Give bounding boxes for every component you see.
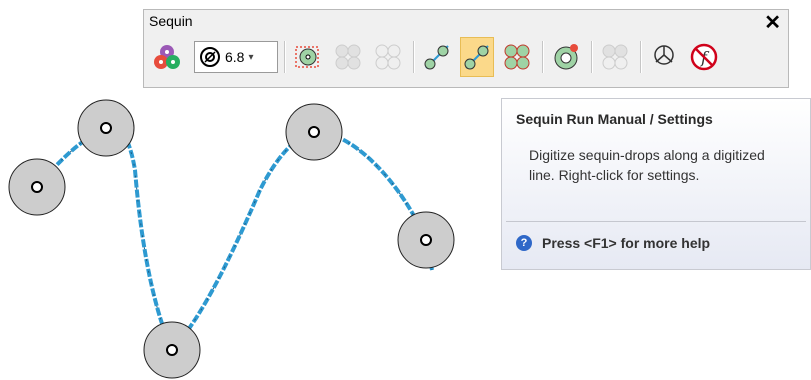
sequin-single-icon [554,44,578,70]
sequin-grid-icon [375,44,401,70]
tooltip: Sequin Run Manual / Settings Digitize se… [501,98,811,270]
sequin-single-button[interactable] [549,37,583,77]
tooltip-help-text: Press <F1> for more help [542,235,711,251]
separator [284,41,286,73]
sequin-colors-icon [154,45,180,69]
sequin-double-icon [602,44,628,70]
separator [542,41,544,73]
sequin-attach-icon [654,45,674,65]
sequin-placement-button[interactable] [291,37,325,77]
sequin-run-auto-button[interactable] [420,37,454,77]
toolbar-buttons: 6.8 ▾ [148,37,784,77]
toolbar-title: Sequin [149,13,193,29]
close-icon[interactable]: ✕ [764,10,781,35]
help-icon: ? [516,235,532,251]
sequin-run-line [35,124,434,354]
sequin-colors-button[interactable] [150,37,184,77]
sequin-drop[interactable] [143,321,201,379]
separator [591,41,593,73]
sequin-drop[interactable] [397,211,455,269]
tooltip-title: Sequin Run Manual / Settings [516,111,713,127]
sequin-size-combo[interactable]: 6.8 ▾ [194,41,278,73]
sequin-run-manual-icon [464,45,489,70]
sequin-run-auto-icon [424,45,449,70]
chevron-down-icon[interactable]: ▾ [248,52,253,63]
sequin-overlap-button[interactable] [500,37,534,77]
tooltip-help: ? Press <F1> for more help [516,235,710,251]
no-sequin-icon: f [690,43,718,71]
sequin-placement-icon [295,46,319,68]
tooltip-body: Digitize sequin-drops along a digitized … [529,147,765,183]
sequin-double-button [598,37,632,77]
sequin-drop[interactable] [77,99,135,157]
sequin-size-value: 6.8 [225,49,245,65]
separator [640,41,642,73]
sequin-grid-button [371,37,405,77]
tooltip-divider [506,221,806,222]
sequin-overlap-icon [504,44,530,70]
sequin-toolbar: Sequin ✕ 6.8 ▾ [143,9,789,88]
sequin-drop[interactable] [8,158,66,216]
separator [413,41,415,73]
sequin-drop[interactable] [285,103,343,161]
sequin-attach-button[interactable] [647,37,681,77]
sequin-size-icon [200,47,220,67]
sequin-auto-fill-button [331,37,365,77]
sequin-run-manual-button[interactable] [460,37,494,77]
sequin-auto-fill-icon [335,44,361,70]
no-sequin-button[interactable]: f [687,37,721,77]
